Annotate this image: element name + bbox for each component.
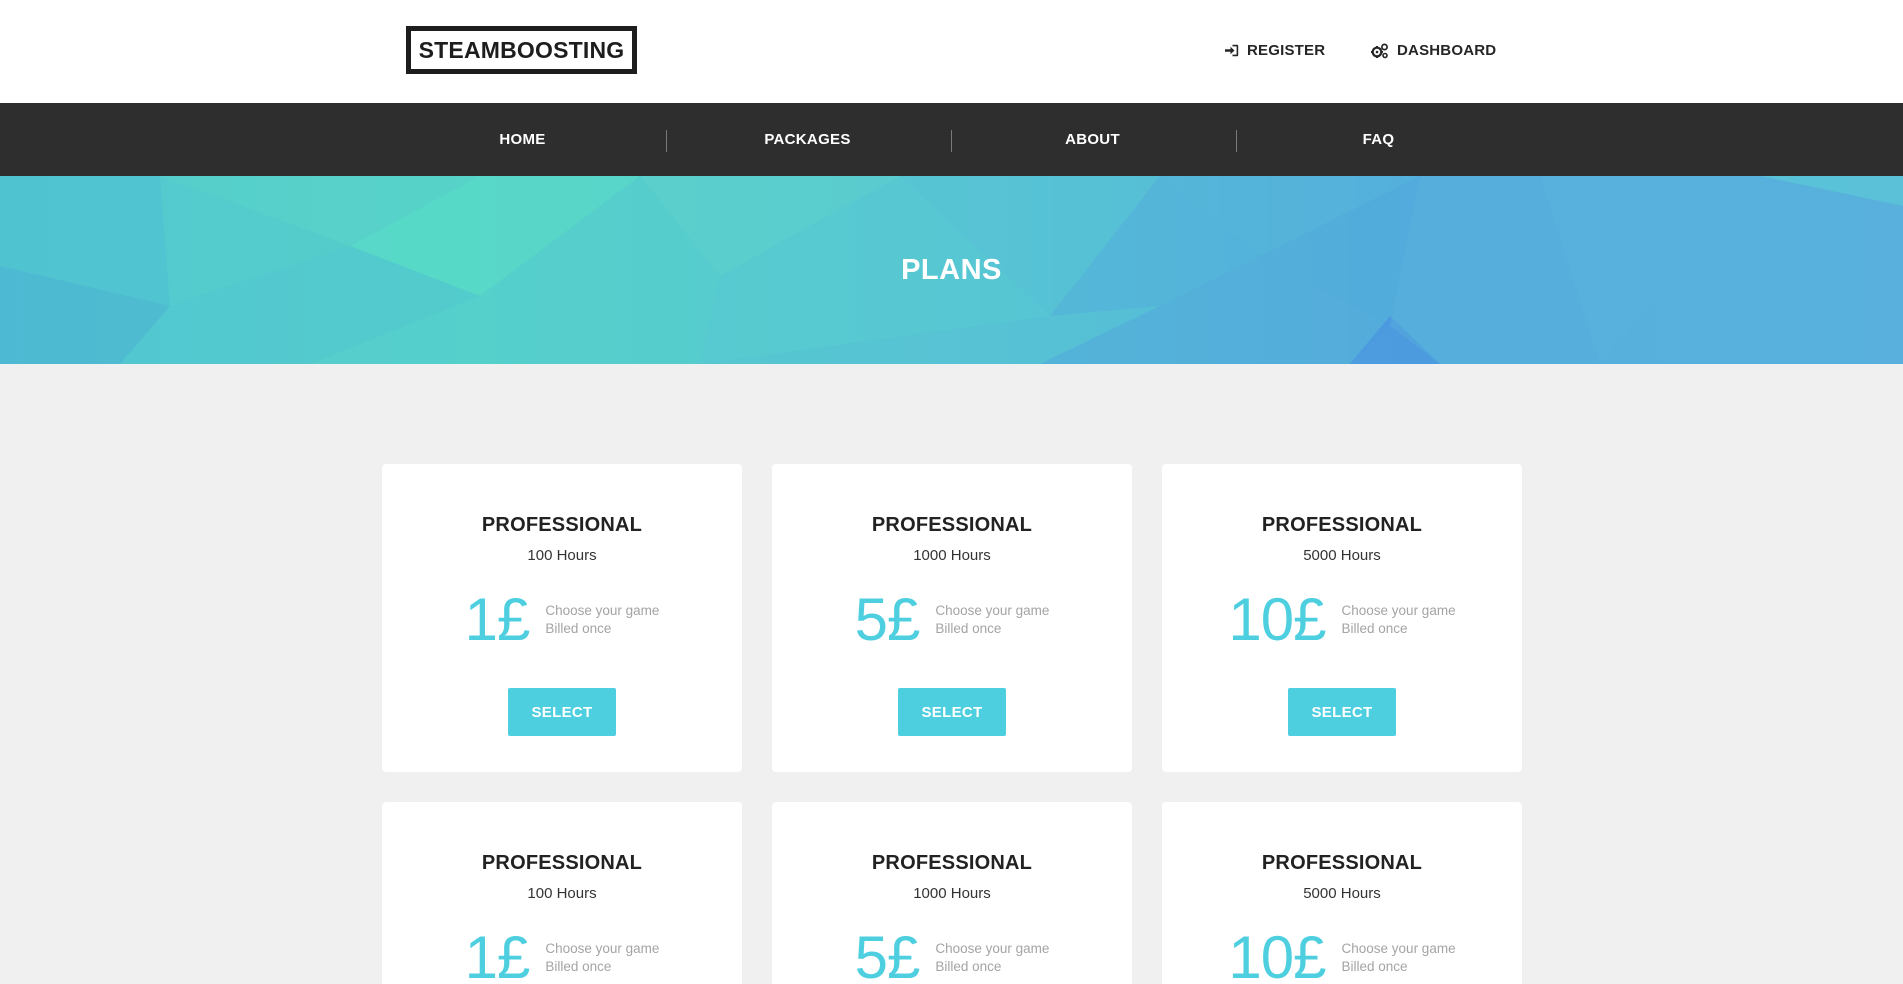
price-meta: Choose your game Billed once xyxy=(1342,940,1456,976)
plan-name: PROFESSIONAL xyxy=(481,514,643,536)
site-header: STEAMBOOSTING REGISTER DASHBOARD xyxy=(0,0,1903,103)
price-row: 1£ Choose your game Billed once xyxy=(382,590,742,650)
price-note-billing: Billed once xyxy=(1341,959,1408,974)
price-note-billing: Billed once xyxy=(935,959,1002,974)
register-link[interactable]: REGISTER xyxy=(1224,42,1325,59)
plan-price: 5£ xyxy=(854,924,921,984)
price-meta: Choose your game Billed once xyxy=(545,940,659,976)
price-row: 10£ Choose your game Billed once xyxy=(1162,590,1522,650)
plan-price: 1£ xyxy=(464,586,531,653)
select-plan-button[interactable]: SELECT xyxy=(508,688,616,736)
price-meta: Choose your game Billed once xyxy=(1342,602,1456,638)
plan-price: 10£ xyxy=(1228,924,1326,984)
price-row: 5£ Choose your game Billed once xyxy=(772,928,1132,984)
plan-hours: 5000 Hours xyxy=(1303,885,1381,902)
plan-name: PROFESSIONAL xyxy=(1261,852,1423,874)
nav-item-packages[interactable]: PACKAGES xyxy=(665,103,950,176)
gears-icon xyxy=(1371,43,1389,59)
page-title: PLANS xyxy=(901,254,1002,286)
price-note-game: Choose your game xyxy=(545,603,660,618)
price-row: 10£ Choose your game Billed once xyxy=(1162,928,1522,984)
plan-name: PROFESSIONAL xyxy=(1261,514,1423,536)
plan-hours: 100 Hours xyxy=(527,547,597,564)
plan-price: 10£ xyxy=(1228,586,1326,653)
price-note-game: Choose your game xyxy=(935,603,1050,618)
price-meta: Choose your game Billed once xyxy=(545,602,659,638)
plan-price: 1£ xyxy=(464,924,531,984)
dashboard-label: DASHBOARD xyxy=(1397,42,1497,59)
plans-hero-banner: PLANS xyxy=(0,176,1903,364)
plan-card: PROFESSIONAL 5000 Hours 10£ Choose your … xyxy=(1162,464,1522,772)
price-note-billing: Billed once xyxy=(545,959,612,974)
nav-item-faq[interactable]: FAQ xyxy=(1236,103,1521,176)
price-meta: Choose your game Billed once xyxy=(935,602,1049,638)
nav-item-home[interactable]: HOME xyxy=(380,103,665,176)
plan-card: PROFESSIONAL 1000 Hours 5£ Choose your g… xyxy=(772,464,1132,772)
plan-hours: 1000 Hours xyxy=(913,885,991,902)
plan-name: PROFESSIONAL xyxy=(481,852,643,874)
register-label: REGISTER xyxy=(1247,42,1326,59)
plan-hours: 100 Hours xyxy=(527,885,597,902)
price-note-game: Choose your game xyxy=(935,941,1050,956)
plan-card: PROFESSIONAL 100 Hours 1£ Choose your ga… xyxy=(382,802,742,984)
price-note-game: Choose your game xyxy=(1341,941,1456,956)
main-nav: HOME PACKAGES ABOUT FAQ xyxy=(0,103,1903,176)
select-plan-button[interactable]: SELECT xyxy=(898,688,1006,736)
dashboard-link[interactable]: DASHBOARD xyxy=(1371,42,1496,59)
nav-item-about[interactable]: ABOUT xyxy=(950,103,1235,176)
plan-name: PROFESSIONAL xyxy=(871,514,1033,536)
price-row: 5£ Choose your game Billed once xyxy=(772,590,1132,650)
plan-hours: 1000 Hours xyxy=(913,547,991,564)
plan-name: PROFESSIONAL xyxy=(871,852,1033,874)
price-note-game: Choose your game xyxy=(1341,603,1456,618)
plan-card: PROFESSIONAL 1000 Hours 5£ Choose your g… xyxy=(772,802,1132,984)
plan-hours: 5000 Hours xyxy=(1303,547,1381,564)
plan-price: 5£ xyxy=(854,586,921,653)
price-note-billing: Billed once xyxy=(545,621,612,636)
price-row: 1£ Choose your game Billed once xyxy=(382,928,742,984)
plan-card: PROFESSIONAL 100 Hours 1£ Choose your ga… xyxy=(382,464,742,772)
sign-in-icon xyxy=(1224,44,1239,57)
select-plan-button[interactable]: SELECT xyxy=(1288,688,1396,736)
site-logo[interactable]: STEAMBOOSTING xyxy=(406,26,637,74)
price-note-game: Choose your game xyxy=(545,941,660,956)
price-note-billing: Billed once xyxy=(935,621,1002,636)
plan-card: PROFESSIONAL 5000 Hours 10£ Choose your … xyxy=(1162,802,1522,984)
price-note-billing: Billed once xyxy=(1341,621,1408,636)
price-meta: Choose your game Billed once xyxy=(935,940,1049,976)
